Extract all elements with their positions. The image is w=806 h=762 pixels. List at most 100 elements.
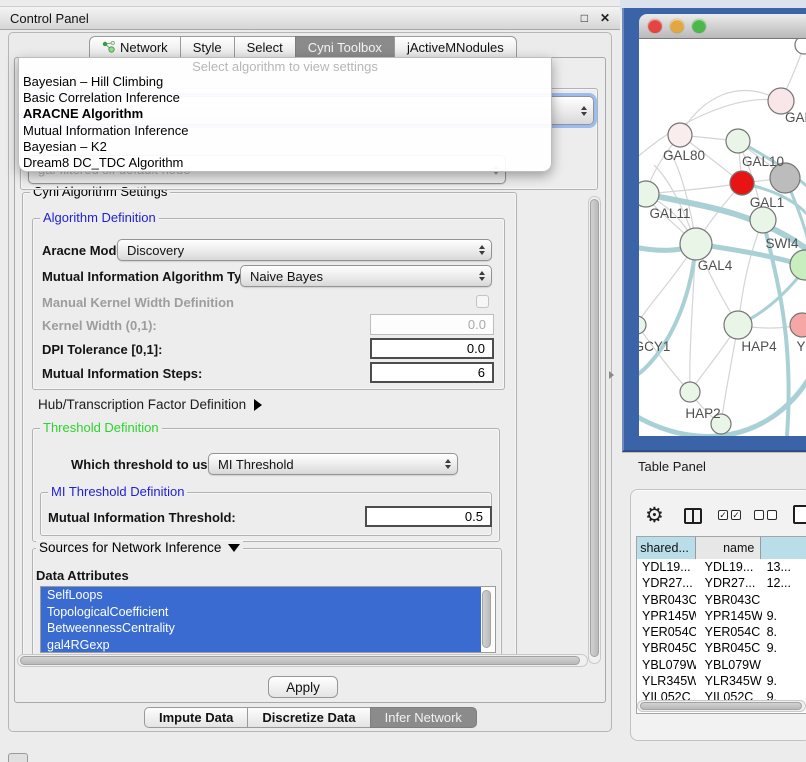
tab-select[interactable]: Select xyxy=(234,36,296,58)
table-row[interactable]: YDR27...YDR27...12... xyxy=(637,575,806,591)
close-icon[interactable]: ✕ xyxy=(600,12,610,24)
table-cell: YBR045C xyxy=(637,640,696,656)
dpi-tolerance-field[interactable]: 0.0 xyxy=(370,338,494,359)
table-cell: 9. xyxy=(762,640,806,656)
attribute-item-selfloops[interactable]: SelfLoops xyxy=(41,587,481,604)
data-attributes-listbox: SelfLoopsTopologicalCoefficientBetweenne… xyxy=(40,586,496,653)
algorithm-option-bayesian-hill-climbing[interactable]: Bayesian – Hill Climbing xyxy=(19,74,551,90)
sources-collapse-toggle[interactable]: Sources for Network Inference xyxy=(36,541,243,555)
node-table: shared...name YDL19...YDL19...13...YDR27… xyxy=(636,536,806,714)
tab-jactivemnodules[interactable]: jActiveMNodules xyxy=(394,36,517,58)
table-row[interactable]: YLR345WYLR345W9. xyxy=(637,673,806,689)
algorithm-option-basic-correlation-inference[interactable]: Basic Correlation Inference xyxy=(19,90,551,106)
node-hap4[interactable] xyxy=(724,311,752,339)
tab-label: Select xyxy=(247,40,283,55)
node-top-right[interactable] xyxy=(795,39,806,54)
column-header-2[interactable] xyxy=(761,537,806,559)
which-threshold-value: MI Threshold xyxy=(218,457,294,472)
bottom-tab-infer-network[interactable]: Infer Network xyxy=(370,707,477,728)
attribute-item-topologicalcoefficient[interactable]: TopologicalCoefficient xyxy=(41,604,481,621)
hide-columns-icon[interactable] xyxy=(754,510,777,520)
stepper-icon xyxy=(479,245,485,255)
tab-style[interactable]: Style xyxy=(180,36,235,58)
network-canvas[interactable]: GALGAL80GAL10GAL1GAL11GAL4SWI4GCY1HAP4YH… xyxy=(639,39,806,436)
table-hscrollbar-thumb[interactable] xyxy=(640,702,802,710)
algorithm-option-dream8-dc-tdc-algorithm[interactable]: Dream8 DC_TDC Algorithm xyxy=(19,155,551,171)
gear-icon[interactable]: ⚙ xyxy=(645,503,664,528)
mi-threshold-label: Mutual Information Threshold: xyxy=(48,510,236,525)
node-gal11[interactable] xyxy=(639,181,659,207)
table-hscrollbar[interactable] xyxy=(637,700,806,712)
bottom-tab-impute-data[interactable]: Impute Data xyxy=(144,707,248,728)
node-hap2-label: HAP2 xyxy=(685,406,720,421)
table-row[interactable]: YBR045CYBR045C9. xyxy=(637,640,806,656)
data-attributes-list: SelfLoopsTopologicalCoefficientBetweenne… xyxy=(41,587,481,653)
new-table-icon[interactable] xyxy=(793,505,806,524)
settings-hscrollbar-thumb[interactable] xyxy=(20,656,580,665)
aracne-mode-combobox[interactable]: Discovery xyxy=(117,239,492,261)
settings-hscrollbar[interactable] xyxy=(17,654,588,667)
table-row[interactable]: YPR145WYPR145W9. xyxy=(637,608,806,624)
panel-splitter-grip[interactable] xyxy=(609,371,614,379)
node-gal11-label: GAL11 xyxy=(649,206,690,221)
manual-kernel-checkbox[interactable] xyxy=(476,295,489,308)
threshold-definition-title: Threshold Definition xyxy=(40,421,162,435)
table-row[interactable]: YER054CYER054C8. xyxy=(637,624,806,640)
mi-algorithm-type-label: Mutual Information Algorithm Type: xyxy=(42,269,261,284)
table-row[interactable]: YBL079WYBL079W xyxy=(637,657,806,673)
node-salmon[interactable] xyxy=(790,313,806,337)
mi-threshold-field[interactable]: 0.5 xyxy=(365,506,492,527)
attributes-scrollbar-thumb[interactable] xyxy=(482,590,491,648)
tab-label: Style xyxy=(193,40,222,55)
table-cell: YPR145W xyxy=(696,608,762,624)
attribute-item-gal4rgexp[interactable]: gal4RGexp xyxy=(41,637,481,654)
kernel-width-field[interactable]: 0.0 xyxy=(370,314,494,335)
column-header-name[interactable]: name xyxy=(696,537,761,559)
kernel-width-label: Kernel Width (0,1): xyxy=(42,318,157,333)
algorithm-option-bayesian-k2[interactable]: Bayesian – K2 xyxy=(19,139,551,155)
node-gal80[interactable] xyxy=(668,123,692,147)
tab-network[interactable]: Network xyxy=(89,36,181,58)
control-panel-titlebar: Control Panel □ ✕ xyxy=(0,6,620,30)
node-hap4-label: HAP4 xyxy=(741,339,777,354)
algorithm-dropdown-list: Bayesian – Hill ClimbingBasic Correlatio… xyxy=(19,74,551,171)
mi-algorithm-type-combobox[interactable]: Naive Bayes xyxy=(240,265,492,287)
table-row[interactable]: YBR043CYBR043C xyxy=(637,592,806,608)
algorithm-option-aracne-algorithm[interactable]: ARACNE Algorithm xyxy=(19,106,551,122)
node-gal80-label: GAL80 xyxy=(663,148,705,163)
settings-vscrollbar[interactable] xyxy=(588,196,601,664)
mi-steps-field[interactable]: 6 xyxy=(370,362,494,383)
algorithm-option-mutual-information-inference[interactable]: Mutual Information Inference xyxy=(19,123,551,139)
control-panel-tab-bar: Network Style Select Cyni ToolboxjActiveMNo… xyxy=(90,36,517,58)
node-swi4[interactable] xyxy=(750,207,776,233)
table-body: YDL19...YDL19...13...YDR27...YDR27...12.… xyxy=(637,559,806,706)
zoom-traffic-light-icon[interactable] xyxy=(692,19,706,33)
which-threshold-combobox[interactable]: MI Threshold xyxy=(208,453,458,475)
tab-cyni-toolbox[interactable]: Cyni Toolbox xyxy=(295,36,395,58)
table-cell xyxy=(762,592,806,608)
table-cell: YBR045C xyxy=(696,640,762,656)
minimize-traffic-light-icon[interactable] xyxy=(670,19,684,33)
split-columns-icon[interactable] xyxy=(684,508,702,524)
float-window-icon[interactable]: □ xyxy=(581,12,588,24)
network-graph-icon xyxy=(102,41,115,53)
node-gal-partial-label: GAL xyxy=(785,110,806,125)
node-gcy1[interactable] xyxy=(639,316,646,334)
node-gal10[interactable] xyxy=(726,129,750,153)
close-traffic-light-icon[interactable] xyxy=(648,19,662,33)
collapsed-panel-stub[interactable] xyxy=(8,753,28,762)
node-green-right[interactable] xyxy=(790,250,806,280)
column-header-shared[interactable]: shared... xyxy=(637,537,696,559)
node-hap2[interactable] xyxy=(680,382,700,402)
mi-steps-label: Mutual Information Steps: xyxy=(42,366,202,381)
bottom-tab-discretize-data[interactable]: Discretize Data xyxy=(247,707,370,728)
show-checked-columns-icon[interactable]: ✓ ✓ xyxy=(718,510,741,520)
settings-vscrollbar-thumb[interactable] xyxy=(590,199,599,657)
table-row[interactable]: YDL19...YDL19...13... xyxy=(637,559,806,575)
apply-button[interactable]: Apply xyxy=(268,676,338,698)
attribute-item-betweennesscentrality[interactable]: BetweennessCentrality xyxy=(41,620,481,637)
node-gal4[interactable] xyxy=(680,228,712,260)
node-gal1[interactable] xyxy=(730,171,754,195)
hub-definition-expander[interactable]: Hub/Transcription Factor Definition xyxy=(38,397,262,412)
network-window-titlebar[interactable] xyxy=(639,14,806,39)
